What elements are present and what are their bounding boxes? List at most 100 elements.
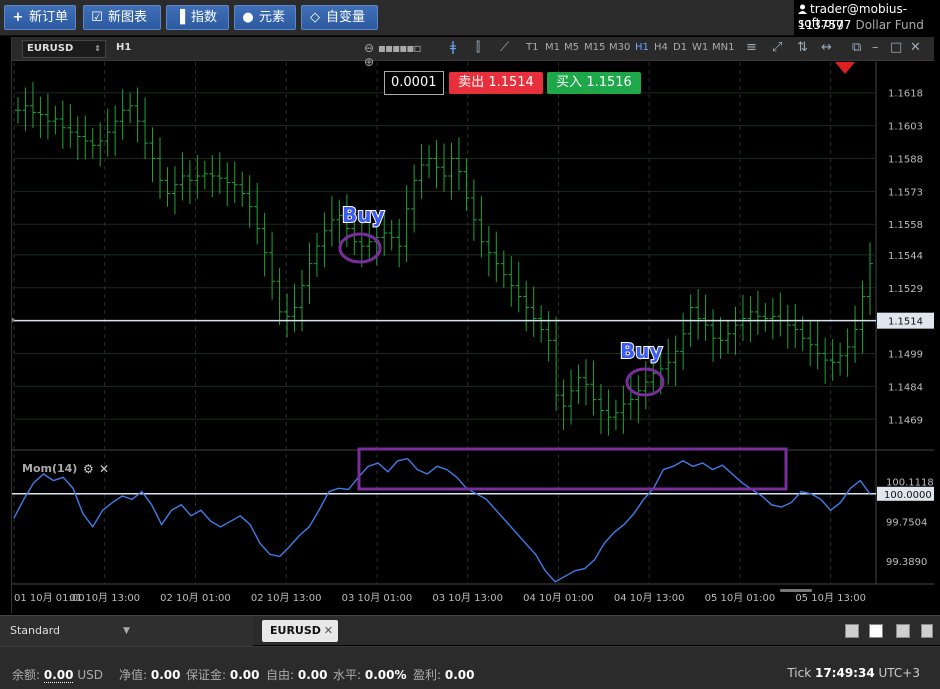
tf-mn1[interactable]: MN1 [712,42,734,53]
price-bar [822,337,829,384]
vertical-line-icon[interactable]: ⇅ [797,40,808,55]
time-tick-label: 02 10月 01:00 [160,592,231,604]
account-info[interactable]: trader@mobius-soft.org 1137577 Dollar Fun… [794,0,940,36]
new-chart-button[interactable]: ☑ 新图表 [83,5,161,30]
price-bar [276,268,283,326]
price-bar [411,164,418,233]
updown-icon: ⇕ [94,44,101,53]
momentum-series-line [13,457,871,583]
server-time: Tick 17:49:34 UTC+3 [787,666,920,680]
time-tick-label: 05 10月 13:00 [795,592,866,604]
price-bar [44,93,51,140]
profile-select[interactable]: Standard ▼ [0,616,253,646]
price-bar [82,115,89,160]
momentum-tick-label: 100.1118 [886,478,934,489]
tf-m5[interactable]: M5 [564,42,579,53]
chart-window: EURUSD ⇕ H1 ⊖ ▪▪▪▪▪▫ ⊕ ǂ ⫿ ⟋ T1 M1 M5 M15… [10,37,934,613]
objects-button[interactable]: ● 元素 [234,5,296,30]
buy-price: 1.1516 [586,75,632,90]
time-tick-label: 04 10月 13:00 [614,592,685,604]
price-bar [209,155,216,198]
horizontal-line-icon[interactable]: ↔ [821,40,832,55]
candles-icon[interactable]: ⫿ [476,40,480,55]
tf-m1[interactable]: M1 [545,42,560,53]
indicator-settings-icon[interactable]: ⚙ [83,462,94,476]
tf-h4[interactable]: H4 [654,42,668,53]
price-bar [605,389,612,436]
tf-d1[interactable]: D1 [673,42,687,53]
scale-fit-icon[interactable]: ≡ [746,40,757,55]
new-order-button[interactable]: + 新订单 [4,5,76,30]
tf-w1[interactable]: W1 [692,42,708,53]
momentum-tick-label: 99.7504 [886,517,927,528]
chevron-down-icon: ▼ [123,626,130,636]
close-tab-icon[interactable]: ✕ [324,620,333,642]
zoom-out-icon[interactable]: ⊖ [364,41,374,55]
lot-size-input[interactable]: 0.0001 [384,71,444,95]
price-bar [29,82,36,129]
layout-grid-icon[interactable] [869,624,883,638]
equity: 净值: 0.00 [119,668,181,682]
chart-tab-eurusd[interactable]: EURUSD ✕ [262,620,338,642]
price-bar [725,320,731,354]
price-bar [538,305,545,343]
price-bar [112,105,119,156]
buy-button[interactable]: 买入 1.1516 [547,72,641,94]
sell-button[interactable]: 卖出 1.1514 [449,72,543,94]
price-bar [396,218,403,268]
momentum-line: 100.0000 [12,457,934,583]
price-bar [441,143,447,192]
close-icon[interactable]: ✕ [910,40,921,55]
time-tick-label: 01 10月 13:00 [69,592,140,604]
indicators-button[interactable]: ▐ 指数 [166,5,229,30]
layout-horizontal-icon[interactable] [921,624,933,638]
price-tick-label: 1.1529 [888,284,923,295]
tf-m15[interactable]: M15 [584,42,605,53]
zoom-slider[interactable]: ▪▪▪▪▪▫ [378,41,422,55]
chart-area[interactable]: 1.1618 1.1603 1.1588 1.1573 1.1558 1.1544 1.15… [10,62,934,613]
tf-h1[interactable]: H1 [635,42,649,53]
time-tick-label: 03 10月 01:00 [342,592,413,604]
price-bar [74,116,81,161]
profit: 盈利: 0.00 [413,668,475,682]
margin: 保证金: 0.00 [186,668,260,682]
price-bar [732,306,739,355]
price-bar [777,292,784,337]
detach-window-icon[interactable]: ⧉ [852,40,861,55]
price-bar [799,316,806,352]
layout-single-icon[interactable] [845,624,859,638]
indicator-remove-icon[interactable]: ✕ [99,462,109,476]
trendline-icon[interactable]: ⤢ [772,40,782,55]
price-bar [149,127,156,183]
time-axis: 01 10月 01:0001 10月 13:00 02 10月 01:00 02 1… [14,589,866,604]
line-chart-icon[interactable]: ⟋ [500,40,509,55]
crosshair-tool-icon[interactable]: ǂ [450,40,456,55]
maximize-icon[interactable]: □ [890,40,902,55]
symbol-select[interactable]: EURUSD ⇕ [22,40,106,58]
price-bar [478,196,485,258]
tf-m30[interactable]: M30 [609,42,630,53]
price-tick-label: 1.1573 [888,187,923,198]
timezone-select[interactable]: UTC+3 [879,666,920,680]
zoom-control[interactable]: ⊖ ▪▪▪▪▪▫ ⊕ [364,41,434,69]
layout-vertical-icon[interactable] [896,624,910,638]
price-bar [792,304,799,348]
variables-button[interactable]: ◇ 自变量 [301,5,378,30]
main-toolbar: + 新订单 ☑ 新图表 ▐ 指数 ● 元素 ◇ 自变量 trader@mobius-sof… [0,0,940,36]
bars-icon: ▐ [175,10,185,25]
plus-icon: + [12,10,24,25]
alert-marker-icon [835,62,855,74]
price-bar [717,317,724,359]
status-bar: 余额: 0.00 USD 净值: 0.00 保证金: 0.00 自由: 0.00… [0,646,940,689]
price-bar [485,225,492,277]
trading-terminal: + 新订单 ☑ 新图表 ▐ 指数 ● 元素 ◇ 自变量 trader@mobius-sof… [0,0,940,689]
price-bar [859,280,866,354]
time-tick-label: 02 10月 13:00 [251,592,322,604]
minimize-icon[interactable]: – [872,40,879,55]
tf-t1[interactable]: T1 [526,42,538,53]
price-chart[interactable]: 1.1618 1.1603 1.1588 1.1573 1.1558 1.1544 1.15… [10,62,934,613]
time-tick-label: 03 10月 13:00 [432,592,503,604]
price-bar [231,161,238,204]
price-bar [171,166,178,215]
price-bar [493,231,500,283]
